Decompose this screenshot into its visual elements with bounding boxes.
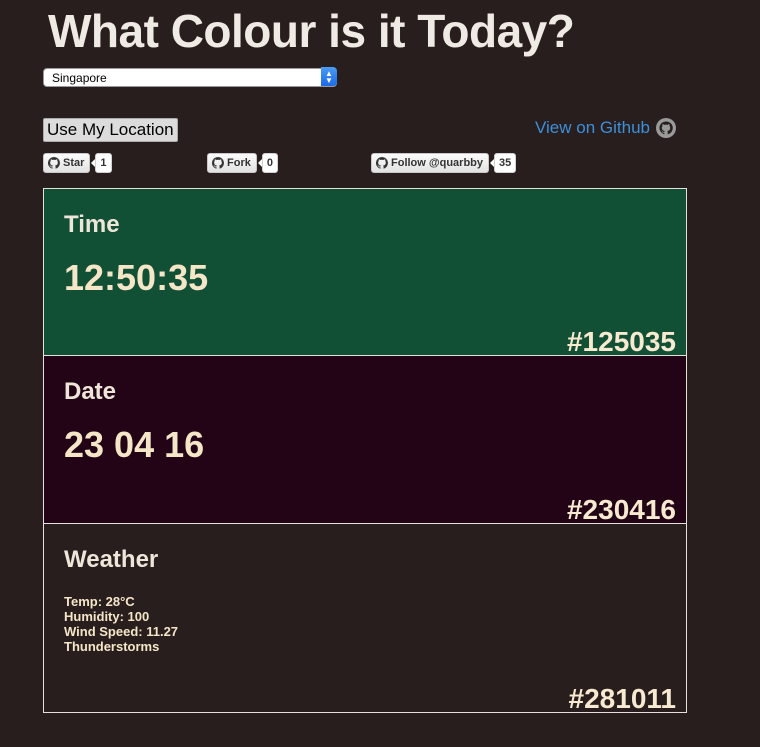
time-label: Time bbox=[64, 211, 120, 238]
weather-condition: Thunderstorms bbox=[64, 639, 160, 654]
github-star-label: Star bbox=[63, 157, 85, 169]
github-octocat-icon bbox=[376, 157, 388, 169]
use-my-location-button[interactable]: Use My Location bbox=[43, 118, 178, 142]
github-fork-button[interactable]: Fork bbox=[207, 153, 257, 173]
weather-panel: Weather Temp: 28°C Humidity: 100 Wind Sp… bbox=[43, 524, 687, 714]
github-follow-button[interactable]: Follow @quarbby bbox=[371, 153, 490, 173]
page: What Colour is it Today? Singapore ▲ ▼ Us… bbox=[0, 0, 760, 747]
location-select-value: Singapore bbox=[52, 70, 107, 85]
github-star-button[interactable]: Star bbox=[43, 153, 91, 173]
github-follow-widget: Follow @quarbby 35 bbox=[371, 153, 517, 173]
github-follow-label: Follow @quarbby bbox=[391, 157, 484, 169]
time-value: 12:50:35 bbox=[64, 257, 209, 298]
weather-temp: Temp: 28°C bbox=[64, 594, 135, 609]
weather-hex-code: #281011 bbox=[568, 683, 676, 714]
location-select[interactable]: Singapore ▲ ▼ bbox=[43, 67, 337, 87]
view-on-github-link[interactable]: View on Github bbox=[535, 118, 676, 138]
date-label: Date bbox=[64, 378, 117, 405]
github-fork-label: Fork bbox=[227, 157, 251, 169]
weather-humidity: Humidity: 100 bbox=[64, 609, 150, 624]
github-follow-count[interactable]: 35 bbox=[489, 153, 517, 173]
github-icon bbox=[655, 118, 676, 138]
github-star-count[interactable]: 1 bbox=[91, 153, 112, 173]
date-value: 23 04 16 bbox=[64, 424, 205, 465]
weather-details: Temp: 28°C Humidity: 100 Wind Speed: 11.… bbox=[64, 594, 178, 654]
time-hex-code: #125035 bbox=[566, 326, 676, 357]
github-octocat-icon bbox=[48, 157, 60, 169]
github-fork-count[interactable]: 0 bbox=[257, 153, 278, 173]
page-title: What Colour is it Today? bbox=[48, 5, 575, 57]
github-octocat-icon bbox=[212, 157, 224, 169]
weather-label: Weather bbox=[64, 546, 159, 573]
select-arrows-icon: ▲ ▼ bbox=[321, 67, 337, 86]
github-star-widget: Star 1 bbox=[43, 153, 112, 173]
time-panel: Time 12:50:35 #125035 bbox=[43, 188, 687, 357]
view-on-github-label: View on Github bbox=[535, 118, 650, 137]
weather-wind-speed: Wind Speed: 11.27 bbox=[64, 624, 179, 639]
date-panel: Date 23 04 16 #230416 bbox=[43, 356, 687, 525]
github-fork-widget: Fork 0 bbox=[207, 153, 278, 173]
date-hex-code: #230416 bbox=[566, 494, 676, 525]
